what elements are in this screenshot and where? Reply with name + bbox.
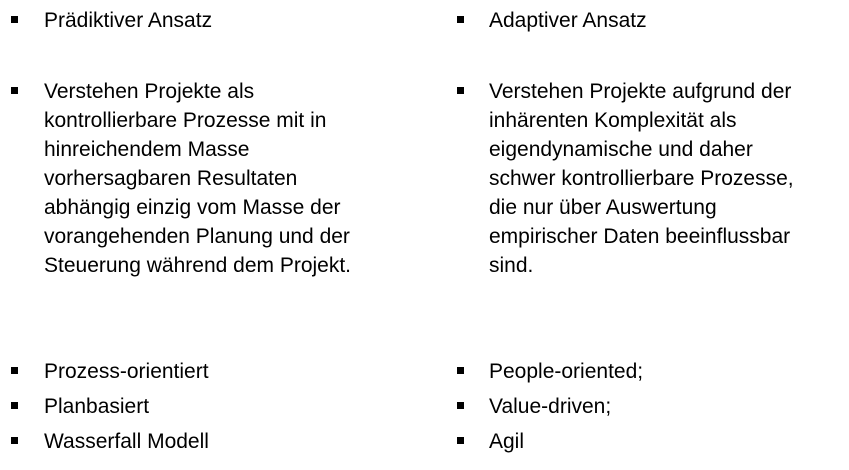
square-bullet-icon <box>457 367 464 374</box>
predictive-trait: Planbasiert <box>44 395 150 418</box>
description-line: Verstehen Projekte aufgrund der <box>489 80 792 103</box>
adaptive-heading: Adaptiver Ansatz <box>489 9 647 32</box>
adaptive-description: Verstehen Projekte aufgrund der inhärent… <box>489 77 794 280</box>
square-bullet-icon <box>11 16 18 23</box>
description-line: vorangehenden Planung und der <box>44 225 350 248</box>
adaptive-trait: Agil <box>489 430 525 453</box>
predictive-trait: Wasserfall Modell <box>44 430 209 453</box>
square-bullet-icon <box>11 87 18 94</box>
square-bullet-icon <box>457 402 464 409</box>
description-line: hinreichendem Masse <box>44 138 250 161</box>
square-bullet-icon <box>11 367 18 374</box>
description-line: abhängig einzig vom Masse der <box>44 196 341 219</box>
predictive-trait: Prozess-orientiert <box>44 360 209 383</box>
description-line: Verstehen Projekte als <box>44 80 255 103</box>
description-line: kontrollierbare Prozesse mit in <box>44 109 327 132</box>
description-line: schwer kontrollierbare Prozesse, <box>489 167 794 190</box>
predictive-heading: Prädiktiver Ansatz <box>44 9 213 32</box>
adaptive-trait: Value-driven; <box>489 395 612 418</box>
square-bullet-icon <box>457 437 464 444</box>
description-line: Steuerung während dem Projekt. <box>44 254 352 277</box>
description-line: die nur über Auswertung <box>489 196 717 219</box>
square-bullet-icon <box>457 87 464 94</box>
square-bullet-icon <box>11 402 18 409</box>
adaptive-trait: People-oriented; <box>489 360 644 383</box>
predictive-description: Verstehen Projekte als kontrollierbare P… <box>44 77 351 280</box>
description-line: inhärenten Komplexität als <box>489 109 737 132</box>
square-bullet-icon <box>11 437 18 444</box>
description-line: vorhersagbaren Resultaten <box>44 167 298 190</box>
description-line: eigendynamische und daher <box>489 138 753 161</box>
description-line: empirischer Daten beeinflussbar <box>489 225 791 248</box>
description-line: sind. <box>489 254 534 277</box>
square-bullet-icon <box>457 16 464 23</box>
